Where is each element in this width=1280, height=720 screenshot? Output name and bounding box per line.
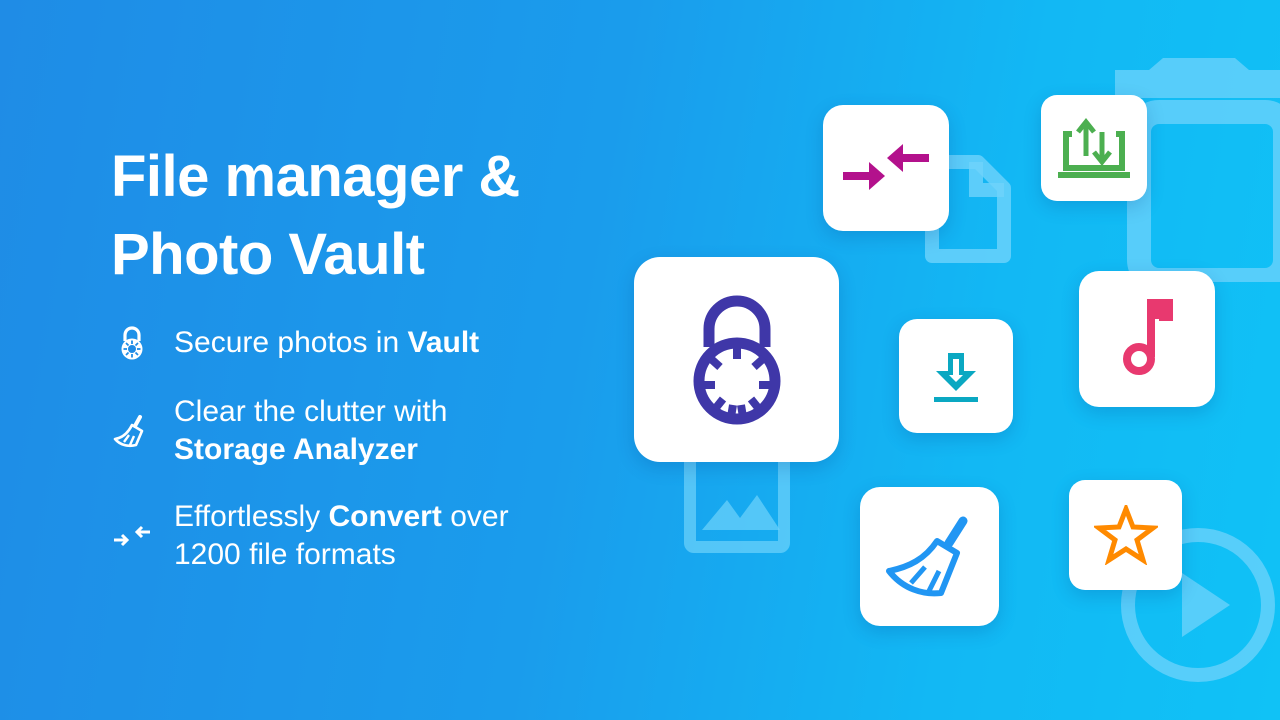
feature-vault: Secure photos in Vault	[112, 324, 479, 362]
convert-arrows-icon	[843, 144, 929, 190]
feature-vault-text: Secure photos in Vault	[174, 326, 480, 359]
download-card[interactable]	[899, 319, 1013, 433]
vault-lock-card[interactable]	[634, 257, 839, 462]
laptop-transfer-icon	[1058, 118, 1130, 178]
download-icon	[934, 353, 978, 402]
star-icon	[1093, 505, 1158, 565]
headline: File manager & Photo Vault	[111, 138, 520, 294]
transfer-card[interactable]	[1041, 95, 1147, 201]
headline-line2: Photo Vault	[111, 222, 425, 287]
combination-lock-icon	[693, 295, 780, 424]
feature-storage-analyzer: Clear the clutter with Storage Analyzer	[112, 393, 447, 469]
convert-arrows-icon	[112, 498, 152, 574]
feature-convert: Effortlessly Convert over 1200 file form…	[112, 498, 509, 574]
broom-icon	[885, 516, 967, 596]
feature-storage-text: Clear the clutter with Storage Analyzer	[174, 395, 448, 466]
favorites-card[interactable]	[1069, 480, 1182, 590]
lock-icon	[112, 324, 152, 362]
feature-convert-text: Effortlessly Convert over 1200 file form…	[174, 500, 509, 571]
cleaner-card[interactable]	[860, 487, 999, 626]
broom-icon	[112, 393, 152, 469]
headline-line1: File manager &	[111, 144, 520, 209]
music-card[interactable]	[1079, 271, 1215, 407]
convert-card[interactable]	[823, 105, 949, 231]
music-note-icon	[1123, 299, 1173, 375]
